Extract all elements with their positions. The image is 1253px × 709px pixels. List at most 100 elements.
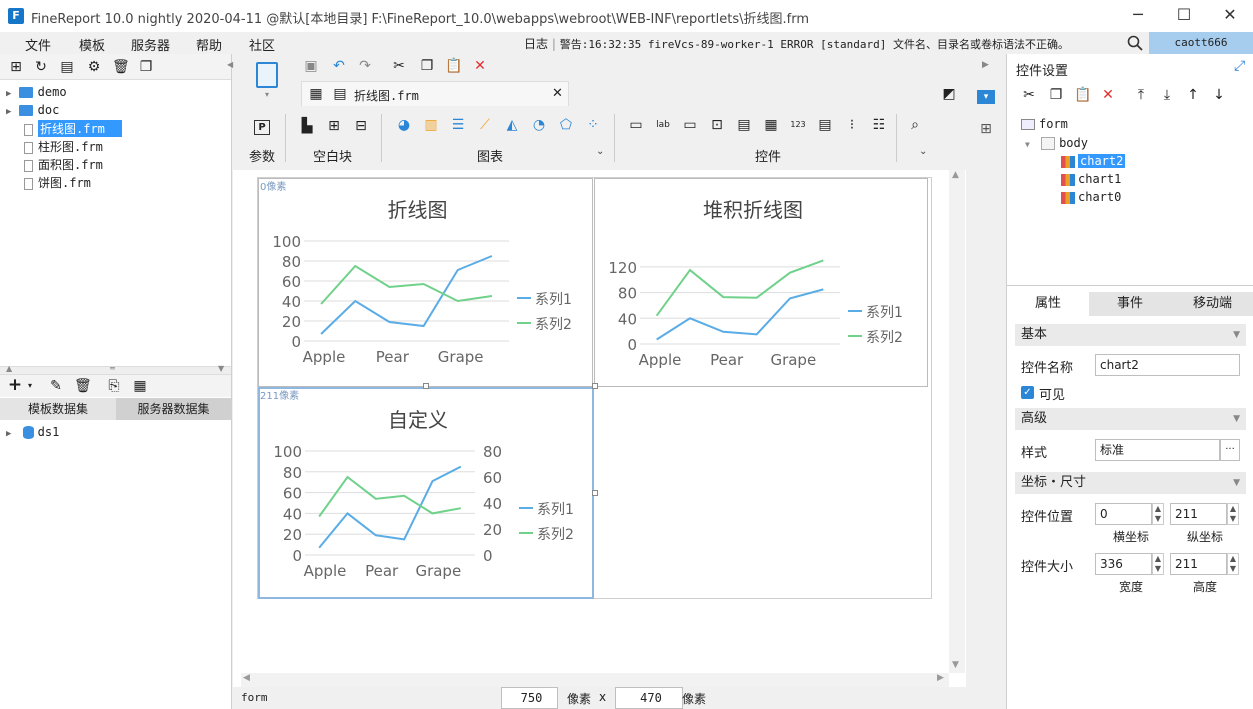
dropdown-widget-icon[interactable]: ⊡ — [709, 117, 725, 133]
absolute-block-icon[interactable]: ▙ — [299, 118, 315, 134]
position-x-input[interactable]: 0 — [1095, 503, 1152, 525]
grid-icon[interactable]: ▦ — [308, 86, 324, 102]
user-account[interactable]: caott666 — [1149, 32, 1253, 54]
stacked-line-chart[interactable]: 堆积折线图 120 80 40 0Apple Pear Grape 系列1 系列2 — [595, 179, 927, 386]
preview-icon[interactable]: ⎘ — [106, 378, 122, 394]
chart-expand-icon[interactable]: ⌄ — [596, 146, 604, 157]
move-down-icon[interactable]: ↓ — [1211, 87, 1227, 103]
collapse-panel-icon[interactable]: ⤢ — [1234, 58, 1245, 74]
layout-block-icon[interactable]: ⊞ — [326, 118, 342, 134]
widget-tree-body[interactable]: ▼ body — [1025, 136, 1088, 150]
tab-close-icon[interactable]: ✕ — [552, 86, 563, 101]
widget-tree-chart2[interactable]: chart2 — [1061, 154, 1126, 168]
radio-group-icon[interactable]: ⁝ — [844, 117, 860, 133]
new-folder-icon[interactable]: ⊞ — [8, 59, 24, 75]
cut-icon[interactable]: ✂ — [1021, 87, 1037, 103]
tab-events[interactable]: 事件 — [1089, 292, 1171, 316]
menu-template[interactable]: 模板 — [79, 35, 105, 54]
pie-chart-icon[interactable]: ◕ — [396, 117, 412, 133]
tab-server-dataset[interactable]: 服务器数据集 — [116, 398, 231, 420]
tab-block-icon[interactable]: ⊟ — [353, 118, 369, 134]
widget-name-input[interactable]: chart2 — [1095, 354, 1240, 376]
resize-handle[interactable] — [592, 490, 598, 496]
resize-handle[interactable] — [592, 383, 598, 389]
maximize-button[interactable]: ☐ — [1161, 0, 1207, 32]
widget-tree-form[interactable]: form — [1021, 117, 1068, 131]
custom-chart[interactable]: 自定义100806040200806040200Apple Pear Grape系列… — [260, 389, 592, 597]
dataset-view-icon[interactable]: ▦ — [132, 378, 148, 394]
menu-community[interactable]: 社区 — [249, 35, 275, 54]
style-more-button[interactable]: ··· — [1220, 439, 1240, 461]
vertical-scrollbar[interactable]: ▲ ▼ — [949, 170, 965, 673]
section-advanced[interactable]: 高级 ▼ — [1015, 408, 1246, 430]
widget-expand-icon[interactable]: ⌄ — [919, 146, 927, 157]
menu-help[interactable]: 帮助 — [196, 35, 222, 54]
tree-item-file[interactable]: 面积图.frm — [24, 156, 103, 173]
settings-icon[interactable]: ⚙ — [86, 59, 102, 75]
design-canvas[interactable]: 折线图 100 80 60 40 20 0 Apple Pear Grape 系列1 系列2 堆积折线… — [257, 177, 932, 599]
close-button[interactable]: ✕ — [1207, 0, 1253, 32]
tree-item-file[interactable]: 饼图.frm — [24, 174, 91, 191]
widget-tree-chart1[interactable]: chart1 — [1061, 172, 1121, 186]
canvas-height-input[interactable]: 470 — [615, 687, 683, 709]
tab-menu-icon[interactable]: ◩ — [941, 86, 957, 102]
area-chart-icon[interactable]: ◭ — [504, 117, 520, 133]
tree-item-demo[interactable]: ▶ demo — [6, 85, 67, 99]
height-stepper[interactable]: ▲ ▼ — [1227, 553, 1239, 575]
edit-icon[interactable]: ✎ — [48, 378, 64, 394]
text-widget-icon[interactable]: lab — [655, 117, 671, 133]
delete-icon[interactable]: ✕ — [472, 58, 488, 74]
copy-icon[interactable]: ❐ — [1048, 87, 1064, 103]
delete-icon[interactable]: 🗑 — [74, 378, 92, 394]
paste-icon[interactable]: 📋 — [445, 58, 462, 74]
horizontal-scrollbar[interactable]: ◀ ▶ — [241, 673, 949, 687]
horizontal-bar-icon[interactable]: ☰ — [450, 117, 466, 133]
gauge-chart-icon[interactable]: ◔ — [531, 117, 547, 133]
editor-tab-label[interactable]: 折线图.frm — [354, 87, 419, 104]
chart-cell-custom[interactable]: 自定义 100 80 60 40 20 0 80 60 40 20 0 Apple Pear Grape 系列… — [258, 387, 594, 599]
scatter-chart-icon[interactable]: ⁘ — [585, 117, 601, 133]
collapse-left-icon[interactable]: ◀ — [227, 60, 233, 69]
tree-item-file-selected[interactable]: 折线图.frm — [24, 120, 122, 137]
log-line[interactable]: 日志 | 警告:16:32:35 fireVcs-89-worker-1 ERR… — [524, 35, 1069, 52]
line-chart[interactable]: 折线图 100 80 60 40 20 0Apple Pear Grape 系列1 系列2 — [259, 179, 592, 386]
undo-icon[interactable]: ↶ — [331, 58, 347, 74]
delete-icon[interactable]: 🗑 — [112, 59, 130, 75]
label-widget-icon[interactable]: ▭ — [628, 117, 644, 133]
form-icon[interactable]: ▾ — [252, 60, 282, 104]
paste-icon[interactable]: 📋 — [1074, 87, 1091, 103]
chart-cell-line[interactable]: 折线图 100 80 60 40 20 0 Apple Pear Grape 系列1 系列2 — [258, 178, 593, 387]
number-widget-icon[interactable]: 123 — [790, 117, 806, 133]
textarea-widget-icon[interactable]: ▤ — [817, 117, 833, 133]
tab-template-dataset[interactable]: 模板数据集 — [0, 398, 116, 420]
add-icon[interactable]: + — [7, 377, 23, 394]
split-handle[interactable]: ▲ ═ ▼ — [0, 364, 231, 375]
height-input[interactable]: 211 — [1170, 553, 1227, 575]
chart-cell-stacked-line[interactable]: 堆积折线图 120 80 40 0 Apple Pear Grape 系列1 系列2 — [594, 178, 928, 387]
bar-chart-icon[interactable]: ▥ — [423, 117, 439, 133]
date-widget-icon[interactable]: ▦ — [763, 117, 779, 133]
menu-server[interactable]: 服务器 — [131, 35, 170, 54]
move-top-icon[interactable]: ⤒ — [1133, 87, 1149, 103]
list-widget-icon[interactable]: ▤ — [736, 117, 752, 133]
group-blank-block[interactable]: 空白块 — [313, 146, 352, 165]
width-input[interactable]: 336 — [1095, 553, 1152, 575]
widget-tree-chart0[interactable]: chart0 — [1061, 190, 1121, 204]
expand-right-icon[interactable]: ▶ — [982, 60, 989, 70]
visible-checkbox[interactable]: ✓ — [1021, 386, 1034, 399]
group-parameter[interactable]: 参数 — [249, 146, 275, 165]
cut-icon[interactable]: ✂ — [391, 58, 407, 74]
input-widget-icon[interactable]: ▭ — [682, 117, 698, 133]
search-icon[interactable] — [1127, 35, 1143, 51]
parameter-icon[interactable]: P — [254, 120, 270, 135]
move-bottom-icon[interactable]: ⤓ — [1159, 87, 1175, 103]
section-basic[interactable]: 基本 ▼ — [1015, 324, 1246, 346]
minimize-button[interactable]: ─ — [1115, 0, 1161, 32]
style-input[interactable]: 标准 — [1095, 439, 1220, 461]
group-widget[interactable]: 控件 — [755, 146, 781, 165]
line-chart-icon[interactable]: ⟋ — [477, 117, 493, 133]
group-chart[interactable]: 图表 — [477, 146, 503, 165]
width-stepper[interactable]: ▲ ▼ — [1152, 553, 1164, 575]
delete-icon[interactable]: ✕ — [1100, 87, 1116, 103]
position-y-input[interactable]: 211 — [1170, 503, 1227, 525]
